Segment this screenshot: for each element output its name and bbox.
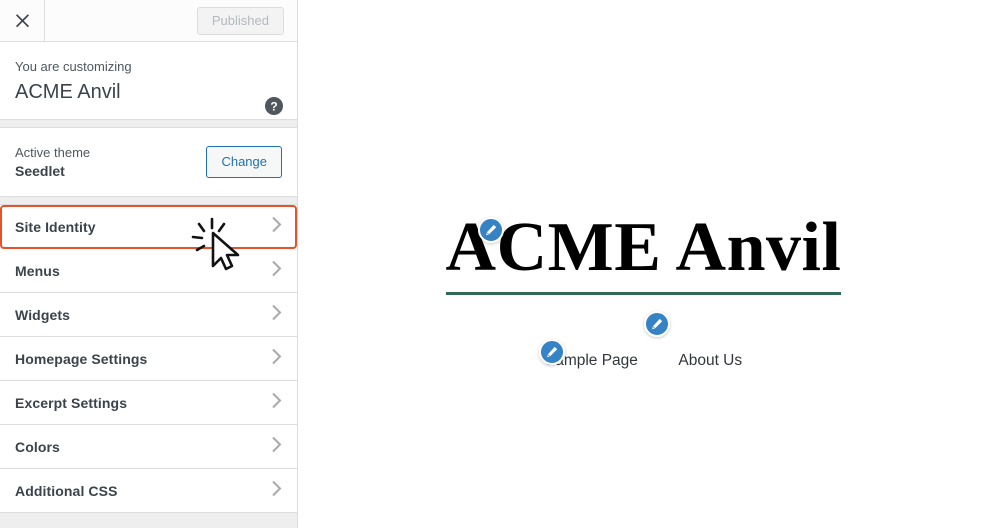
sidebar-item-label: Homepage Settings (15, 350, 148, 367)
site-preview-frame: ACME Anvil Sample Page About Us (299, 0, 988, 528)
active-theme-name: Seedlet (15, 163, 65, 179)
customized-site-name: ACME Anvil (15, 81, 121, 103)
sidebar-item-label: Colors (15, 438, 60, 455)
preview-site-title[interactable]: ACME Anvil (445, 206, 842, 295)
chevron-right-icon (271, 391, 283, 414)
change-theme-button[interactable]: Change (206, 146, 282, 178)
sidebar-item-menus[interactable]: Menus (0, 249, 297, 293)
help-icon[interactable]: ? (264, 96, 284, 116)
customizer-panel-list: Site Identity Menus Widgets Homepage Set… (0, 205, 297, 513)
sidebar-item-widgets[interactable]: Widgets (0, 293, 297, 337)
chevron-right-icon (271, 215, 283, 238)
theme-meta: Active theme Seedlet (15, 143, 90, 181)
sidebar-item-label: Site Identity (15, 218, 96, 235)
chevron-right-icon (271, 479, 283, 502)
chevron-right-icon (271, 347, 283, 370)
sidebar-item-label: Widgets (15, 306, 71, 323)
chevron-right-icon (271, 435, 283, 458)
active-theme-panel: Active theme Seedlet Change (0, 128, 297, 197)
customizer-header-bar: Published (0, 0, 297, 42)
sidebar-footer-strip (0, 513, 297, 525)
close-customizer-button[interactable] (0, 0, 45, 41)
chevron-right-icon (271, 259, 283, 282)
preview-site-header: ACME Anvil (299, 206, 988, 295)
sidebar-item-site-identity[interactable]: Site Identity (0, 205, 297, 249)
close-icon (15, 13, 30, 28)
sidebar-item-homepage-settings[interactable]: Homepage Settings (0, 337, 297, 381)
pencil-icon (545, 345, 559, 359)
edit-page-shortcut[interactable] (539, 339, 565, 365)
sidebar-item-excerpt-settings[interactable]: Excerpt Settings (0, 381, 297, 425)
customizing-kicker: You are customizing (15, 59, 132, 74)
sidebar-item-colors[interactable]: Colors (0, 425, 297, 469)
sidebar-item-label: Menus (15, 262, 60, 279)
customizer-sidebar: Published You are customizing ACME Anvil… (0, 0, 298, 528)
edit-menu-shortcut[interactable] (644, 311, 670, 337)
sidebar-item-additional-css[interactable]: Additional CSS (0, 469, 297, 513)
pencil-icon (484, 223, 498, 237)
edit-site-title-shortcut[interactable] (478, 217, 504, 243)
sidebar-item-label: Excerpt Settings (15, 394, 128, 411)
svg-text:?: ? (270, 100, 277, 114)
preview-site-navigation: Sample Page About Us (299, 352, 988, 370)
publish-button[interactable]: Published (196, 6, 284, 35)
wordpress-customizer: Published You are customizing ACME Anvil… (0, 0, 988, 528)
section-gap-top (0, 120, 297, 128)
sidebar-item-label: Additional CSS (15, 482, 118, 499)
nav-link-about-us[interactable]: About Us (678, 352, 742, 370)
section-gap-bottom (0, 197, 297, 205)
customizing-info-panel: You are customizing ACME Anvil ? (0, 42, 297, 120)
chevron-right-icon (271, 303, 283, 326)
pencil-icon (650, 317, 664, 331)
active-theme-kicker: Active theme (15, 145, 91, 160)
